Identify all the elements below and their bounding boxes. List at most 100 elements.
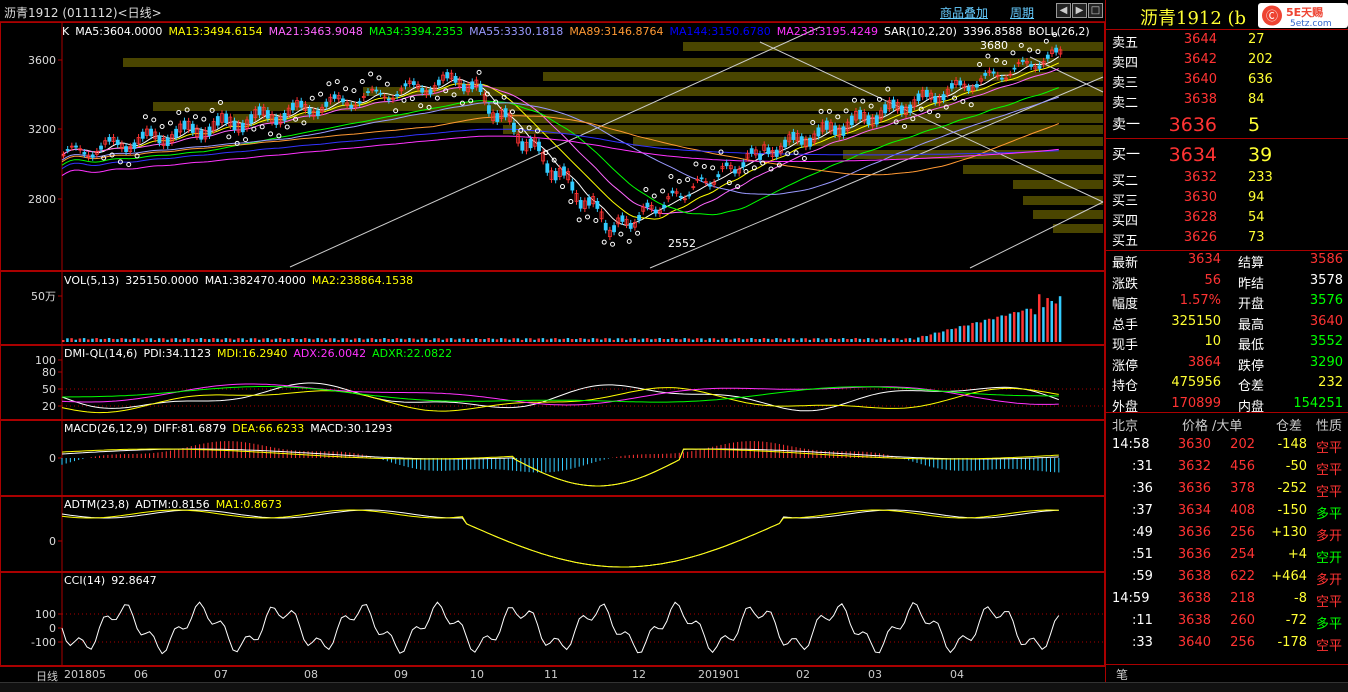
kline-chart-area[interactable]: 3600 3200 2800 50万 100 80 50 20 0 0 100 0 -100 3680 25… — [0, 22, 1105, 666]
adtm-ma-line — [61, 509, 1059, 568]
volume-bar — [333, 338, 336, 342]
candle-body — [107, 137, 112, 142]
candle-body — [653, 209, 658, 214]
candle-body — [891, 99, 896, 109]
volume-bar — [270, 339, 274, 342]
volume-bar — [358, 338, 361, 342]
candle-body — [799, 136, 804, 145]
volume-bar — [483, 339, 486, 342]
candle-body — [282, 112, 287, 121]
stat-value: 154251 — [1293, 395, 1343, 411]
ma-label: K — [62, 25, 70, 38]
arrow-left-icon[interactable]: ◀ — [1056, 3, 1071, 18]
y-tick-label: 50万 — [31, 290, 56, 303]
date-tick: 201805 — [64, 668, 106, 681]
volume-bar — [658, 338, 661, 342]
sar-dot — [693, 161, 699, 167]
sar-dot — [851, 97, 857, 103]
dmi-label: ADX:26.0042 — [293, 347, 367, 360]
bid-row: 买一 3634 39 — [1106, 142, 1348, 166]
stat-label: 结算 — [1238, 256, 1265, 271]
sar-dot — [434, 95, 440, 101]
volume-bar — [470, 338, 474, 342]
bid-volume: 94 — [1248, 190, 1265, 205]
tick-header-type: 性质 — [1316, 419, 1343, 434]
cci-indicator-legend: CCI(14) 92.8647 — [64, 574, 163, 587]
sar-dot — [259, 124, 265, 130]
diff-line — [61, 448, 1059, 487]
candle-body — [1020, 59, 1025, 62]
volume-bar — [962, 325, 966, 342]
candle-body — [520, 141, 525, 151]
date-tick: 12 — [632, 668, 646, 681]
candle-body — [149, 128, 153, 137]
tick-time: :36 — [1132, 481, 1153, 496]
tick-price: 3640 — [1177, 635, 1211, 650]
candle-body — [124, 146, 128, 153]
volume-bar — [191, 339, 194, 342]
commodity-overlay-button[interactable]: 商品叠加 — [940, 4, 988, 21]
volume-bar — [287, 338, 290, 342]
vol-label: 325150.0000 — [125, 274, 199, 287]
bid-row: 买五 3626 73 — [1106, 228, 1348, 249]
y-tick-label: 0 — [49, 622, 56, 635]
candle-body — [132, 142, 137, 149]
sar-dot — [151, 117, 157, 123]
tab-tick[interactable]: 笔 — [1116, 666, 1128, 683]
candle-body — [420, 88, 425, 93]
volume-bar — [412, 338, 415, 342]
candle-body — [403, 83, 408, 87]
volume-bar — [278, 338, 282, 342]
volume-bar — [541, 338, 545, 342]
ask-volume: 27 — [1248, 32, 1265, 47]
chart-canvas[interactable]: 36003200280050万100805020001000-100368025… — [0, 22, 1105, 666]
volume-bar — [245, 339, 249, 342]
volume-bar — [683, 338, 686, 342]
volume-bar — [704, 339, 707, 342]
period-button[interactable]: 周期 — [1010, 4, 1034, 21]
candle-body — [174, 128, 179, 138]
candle-body — [90, 154, 95, 158]
candle-body — [453, 75, 458, 83]
stat-value: 3640 — [1309, 313, 1343, 329]
volume-bar — [170, 338, 173, 342]
ask-price: 3644 — [1183, 32, 1217, 47]
candle-body — [1054, 47, 1059, 53]
volume-bar — [1017, 312, 1020, 342]
candle-body — [774, 149, 779, 157]
bid-price: 3628 — [1183, 210, 1217, 225]
stat-row: 持仓 475956 仓差 232 — [1106, 373, 1348, 394]
volume-bar — [429, 339, 432, 342]
y-tick-label: -100 — [31, 636, 56, 649]
tick-row: :51 3636 254 +4 空开 — [1106, 544, 1348, 566]
volume-bar — [395, 338, 399, 342]
dmi-label: ADXR:22.0822 — [372, 347, 453, 360]
bid-volume: 54 — [1248, 210, 1265, 225]
sar-dot — [409, 96, 415, 102]
box-icon[interactable]: □ — [1088, 3, 1103, 18]
volume-bar — [178, 339, 182, 342]
candle-body — [916, 93, 921, 102]
bid-label: 买一 — [1112, 147, 1140, 163]
volume-bar — [103, 338, 107, 342]
candle-body — [699, 177, 704, 180]
tick-price: 3636 — [1177, 481, 1211, 496]
bid-price: 3632 — [1183, 170, 1217, 185]
status-bar — [0, 682, 1348, 692]
bid-volume: 233 — [1248, 170, 1273, 185]
candle-body — [687, 194, 692, 197]
volume-profile-bar — [123, 58, 1103, 67]
volume-bar — [700, 338, 703, 342]
sar-dot — [651, 193, 657, 199]
candle-body — [808, 137, 812, 147]
date-tick: 08 — [304, 668, 318, 681]
sar-dot — [801, 155, 807, 161]
stat-label: 持仓 — [1112, 379, 1139, 394]
ask-price: 3642 — [1183, 52, 1217, 67]
stat-label: 最高 — [1238, 317, 1265, 333]
volume-bar — [433, 338, 436, 342]
sar-dot — [351, 88, 357, 94]
candle-body — [716, 174, 721, 178]
arrow-right-icon[interactable]: ▶ — [1072, 3, 1087, 18]
candle-body — [82, 152, 87, 155]
